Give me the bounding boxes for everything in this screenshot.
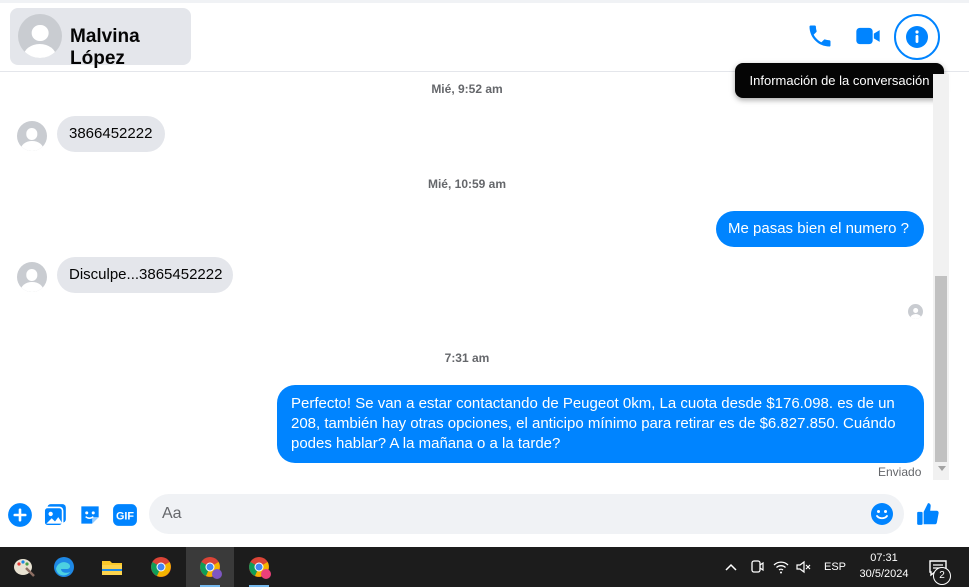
message-timestamp: Mié, 9:52 am [431,82,503,96]
taskbar-item-chrome[interactable] [137,547,185,587]
incoming-message[interactable]: 3866452222 [57,116,165,152]
attach-photo-icon[interactable] [42,502,68,528]
message-timestamp: 7:31 am [444,351,490,365]
more-actions-icon[interactable] [7,502,33,528]
chrome-profile-icon [249,557,271,579]
chrome-profile-icon [200,557,222,579]
clock-date: 30/5/2024 [859,568,909,580]
message-input-placeholder: Aa [162,505,182,522]
svg-text:GIF: GIF [116,510,134,522]
incoming-message[interactable]: Disculpe...3865452222 [57,257,233,293]
gif-icon[interactable]: GIF [112,502,138,528]
folder-icon [102,561,122,575]
wifi-icon[interactable] [773,559,789,575]
sender-avatar [17,262,47,292]
phone-icon[interactable] [806,22,834,50]
taskbar-item-file-explorer[interactable] [88,547,136,587]
info-icon [906,26,928,48]
chevron-up-icon[interactable] [724,561,738,573]
input-language-indicator[interactable]: ESP [824,561,846,573]
sticker-icon[interactable] [77,502,103,528]
conversation-header: Malvina López [0,0,969,72]
contact-avatar [18,14,62,58]
sender-avatar [17,121,47,151]
seen-indicator-avatar [908,304,923,319]
taskbar-clock[interactable]: 07:31 30/5/2024 [848,550,920,582]
emoji-icon[interactable] [870,502,894,526]
meet-now-icon[interactable] [749,559,765,575]
scroll-down-arrow[interactable] [938,466,946,471]
like-icon[interactable] [915,501,941,527]
conversation-info-button[interactable] [894,14,940,60]
outgoing-message[interactable]: Perfecto! Se van a estar contactando de … [277,385,924,463]
chrome-icon [151,557,171,577]
taskbar-item-chrome-profile-1[interactable] [186,547,234,587]
outgoing-message[interactable]: Me pasas bien el numero ? [716,211,924,247]
message-status: Enviado [878,465,922,479]
message-input[interactable]: Aa [149,494,904,534]
contact-profile-button[interactable]: Malvina López [10,8,191,69]
contact-name: Malvina López [70,26,140,69]
edge-browser-icon [54,557,74,577]
taskbar-item-edge[interactable] [40,547,88,587]
windows-taskbar: ESP 2 [0,547,969,587]
header-divider [0,0,969,3]
paint-app-icon [14,559,35,577]
clock-time: 07:31 [870,552,898,564]
message-timestamp: Mié, 10:59 am [427,177,507,191]
conversation-info-tooltip: Información de la conversación [735,63,944,98]
volume-muted-icon[interactable] [795,559,811,575]
notification-count-badge: 2 [933,567,951,585]
video-call-icon[interactable] [854,22,882,50]
taskbar-item-chrome-profile-2[interactable] [235,547,283,587]
scrollbar-thumb[interactable] [935,276,947,462]
